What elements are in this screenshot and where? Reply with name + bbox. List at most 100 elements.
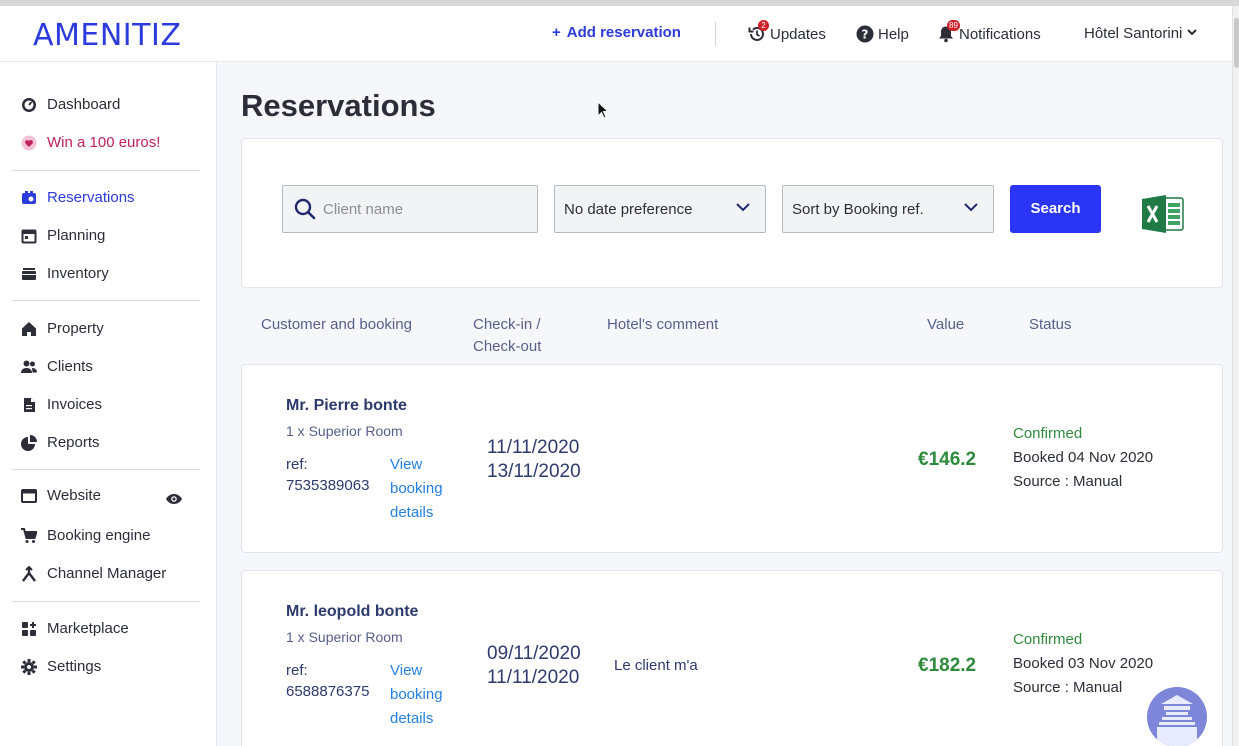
sidebar-item-inventory[interactable]: Inventory (21, 265, 109, 282)
checkout-date: 11/11/2020 (487, 667, 580, 688)
search-icon (294, 198, 316, 220)
hotel-name: Hôtel Santorini (1084, 25, 1183, 42)
channel-merge-icon (22, 565, 36, 582)
booking-ref: 7535389063 (286, 477, 370, 494)
add-reservation-button[interactable]: + Add reservation (552, 24, 681, 41)
plus-icon: + (552, 24, 561, 41)
stay-dates: 09/11/2020 11/11/2020 (487, 642, 581, 690)
sidebar-item-website[interactable]: Website (21, 487, 101, 504)
help-button[interactable]: ? Help (856, 25, 909, 43)
calendar-icon (21, 229, 37, 243)
updates-badge: 2 (758, 20, 769, 31)
chat-widget-button[interactable] (1147, 687, 1207, 746)
booking-value: €182.2 (918, 655, 977, 676)
page-title: Reservations (241, 88, 436, 123)
bell-icon: 89 (937, 20, 960, 43)
booking-source: Source : Manual (1013, 679, 1123, 696)
column-header-customer: Customer and booking (261, 316, 412, 333)
updates-button[interactable]: 2 Updates (748, 20, 826, 43)
filter-panel: No date preference Sort by Booking ref. … (241, 138, 1223, 288)
checkout-date: 13/11/2020 (487, 461, 581, 482)
search-button[interactable]: Search (1010, 185, 1101, 233)
guest-name[interactable]: Mr. Pierre bonte (286, 397, 407, 415)
booking-source: Source : Manual (1013, 473, 1123, 490)
sidebar-divider (12, 601, 200, 602)
room-info: 1 x Superior Room (286, 629, 403, 645)
sidebar-item-label: Reservations (47, 189, 135, 206)
sidebar-divider (12, 469, 200, 470)
sidebar-item-planning[interactable]: Planning (21, 227, 105, 244)
status-badge: Confirmed (1013, 631, 1083, 648)
status-badge: Confirmed (1013, 425, 1083, 442)
chevron-down-icon (964, 203, 978, 212)
sidebar-item-reports[interactable]: Reports (21, 434, 100, 451)
view-booking-details-link[interactable]: View booking details (390, 659, 460, 731)
date-preference-value: No date preference (564, 201, 693, 218)
view-booking-details-link[interactable]: View booking details (390, 453, 460, 525)
home-icon (22, 321, 36, 336)
ref-label: ref: (286, 456, 308, 473)
booked-date: Booked 03 Nov 2020 (1013, 655, 1154, 672)
pie-chart-icon (21, 434, 37, 451)
sidebar-item-promo[interactable]: Win a 100 euros! (21, 134, 160, 151)
reservation-card[interactable]: Mr. Pierre bonte 1 x Superior Room ref: … (241, 364, 1223, 553)
stay-dates: 11/11/2020 13/11/2020 (487, 436, 581, 484)
checkin-date: 09/11/2020 (487, 643, 581, 664)
sidebar-item-label: Marketplace (47, 620, 129, 637)
shopping-cart-icon (21, 527, 37, 543)
history-icon: 2 (748, 20, 769, 43)
document-icon (24, 397, 35, 412)
date-preference-select[interactable]: No date preference (554, 185, 766, 233)
sidebar-item-marketplace[interactable]: Marketplace (21, 620, 129, 637)
client-name-input[interactable] (323, 196, 523, 222)
link-line: details (390, 710, 434, 727)
sidebar-item-label: Inventory (47, 265, 109, 282)
chevron-down-icon (1186, 25, 1198, 42)
sidebar-divider (12, 170, 200, 171)
sidebar-item-channel-manager[interactable]: Channel Manager (21, 565, 166, 582)
notifications-button[interactable]: 89 Notifications (937, 20, 1041, 43)
sidebar-item-label: Booking engine (47, 527, 151, 544)
eye-icon[interactable] (165, 492, 183, 510)
header-divider (715, 22, 716, 46)
scrollbar-thumb[interactable] (1234, 18, 1239, 68)
sidebar-item-property[interactable]: Property (21, 320, 104, 337)
hotel-comment: Le client m'a (614, 657, 698, 674)
sidebar-item-clients[interactable]: Clients (21, 358, 93, 375)
sidebar-item-invoices[interactable]: Invoices (21, 396, 102, 413)
sidebar-item-label: Channel Manager (47, 565, 167, 582)
svg-text:?: ? (862, 28, 869, 42)
sidebar-item-label: Dashboard (47, 96, 121, 113)
reservation-card[interactable]: Mr. leopold bonte 1 x Superior Room ref:… (241, 570, 1223, 746)
room-info: 1 x Superior Room (286, 423, 403, 439)
sidebar-item-label: Property (47, 320, 104, 337)
apps-grid-icon (22, 621, 36, 636)
column-header-checkout: Check-out (473, 338, 542, 355)
amenitiz-logo[interactable]: AMENITIZ (33, 18, 181, 53)
chevron-down-icon (736, 203, 750, 212)
page-scrollbar[interactable] (1232, 6, 1239, 746)
column-header-comment: Hotel's comment (607, 316, 719, 333)
link-line: booking (390, 686, 443, 703)
column-header-value: Value (927, 316, 965, 333)
guest-name[interactable]: Mr. leopold bonte (286, 603, 418, 621)
hotel-selector[interactable]: Hôtel Santorini (1084, 25, 1198, 42)
gear-icon (21, 658, 37, 675)
browser-window-icon (21, 488, 37, 503)
booking-ref: 6588876375 (286, 683, 370, 700)
sidebar-item-reservations[interactable]: Reservations (21, 189, 135, 206)
notifications-label: Notifications (959, 25, 1041, 43)
sidebar-item-settings[interactable]: Settings (21, 658, 101, 675)
column-header-dates: Check-in / Check-out (473, 314, 541, 358)
sidebar-item-booking-engine[interactable]: Booking engine (21, 527, 150, 544)
add-reservation-label: Add reservation (566, 24, 681, 41)
link-line: booking (390, 480, 443, 497)
top-header: AMENITIZ + Add reservation 2 Updates ? He… (0, 6, 1232, 62)
excel-export-icon[interactable] (1142, 195, 1184, 238)
gauge-icon (22, 97, 36, 112)
sidebar-divider (12, 300, 200, 301)
link-line: details (390, 504, 434, 521)
sort-select[interactable]: Sort by Booking ref. (782, 185, 994, 233)
client-search-box[interactable] (282, 185, 538, 233)
sidebar-item-dashboard[interactable]: Dashboard (21, 96, 120, 113)
